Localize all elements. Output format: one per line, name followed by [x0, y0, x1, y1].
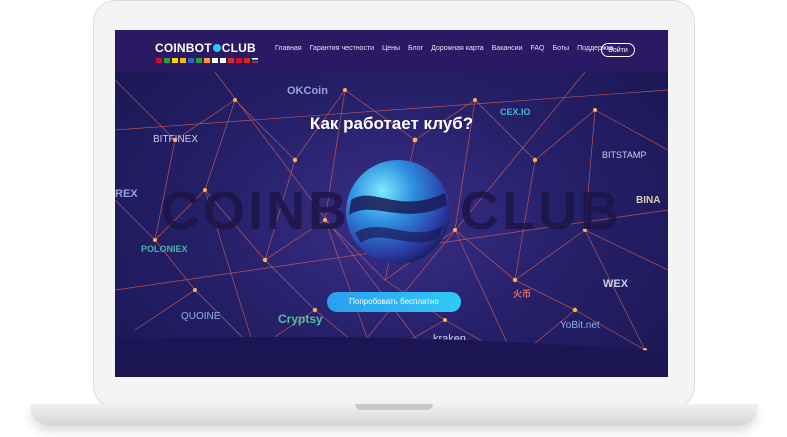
bottom-wave [115, 336, 668, 377]
laptop-notch [355, 404, 433, 410]
laptop-screen: COINB CLUB COINBOT CLUB Главная Гарантия… [115, 30, 668, 377]
